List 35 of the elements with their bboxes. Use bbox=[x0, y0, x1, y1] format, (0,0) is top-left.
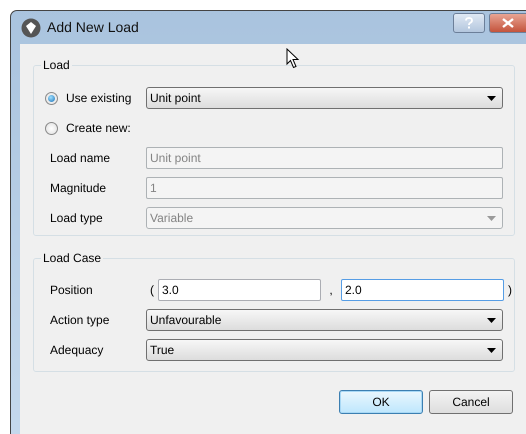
radio-button[interactable] bbox=[45, 92, 58, 104]
dropdown[interactable]: Unit point bbox=[146, 87, 503, 109]
field-label: Action type bbox=[50, 312, 110, 329]
dropdown-value: Unit point bbox=[150, 90, 201, 107]
field-label: Magnitude bbox=[50, 180, 108, 197]
dialog-button[interactable]: OK bbox=[339, 390, 423, 414]
comma: , bbox=[328, 282, 334, 299]
caret-icon bbox=[487, 348, 496, 352]
parenthesis: ) bbox=[507, 282, 513, 299]
help-icon bbox=[465, 16, 473, 28]
field-label: Load name bbox=[50, 150, 112, 167]
dropdown-value: Unfavourable bbox=[150, 312, 222, 329]
close-icon bbox=[502, 18, 514, 28]
dialog-button[interactable]: Cancel bbox=[429, 390, 513, 414]
dropdown[interactable]: Unfavourable bbox=[146, 309, 503, 331]
coordinate-field[interactable]: 2.0 bbox=[341, 279, 504, 301]
caret-icon bbox=[487, 216, 496, 220]
dropdown-value: Variable bbox=[150, 210, 194, 227]
field-label: Load type bbox=[50, 210, 104, 227]
cursor-icon bbox=[286, 48, 300, 69]
coordinate-field[interactable]: 3.0 bbox=[158, 279, 321, 301]
window-title: Add New Load bbox=[47, 18, 139, 37]
close-button[interactable] bbox=[489, 12, 526, 32]
field-label: Position bbox=[50, 282, 94, 299]
caret-icon bbox=[487, 318, 496, 322]
help-button[interactable] bbox=[453, 12, 485, 32]
field-label: Adequacy bbox=[50, 342, 104, 359]
dropdown-value: True bbox=[150, 342, 174, 359]
radio-label: Create new: bbox=[66, 120, 131, 137]
caret-icon bbox=[487, 96, 496, 100]
parenthesis: ( bbox=[149, 282, 155, 299]
radio-button[interactable] bbox=[45, 122, 58, 134]
radio-label: Use existing bbox=[66, 90, 132, 107]
app-icon bbox=[21, 18, 41, 38]
dropdown[interactable]: True bbox=[146, 339, 503, 361]
